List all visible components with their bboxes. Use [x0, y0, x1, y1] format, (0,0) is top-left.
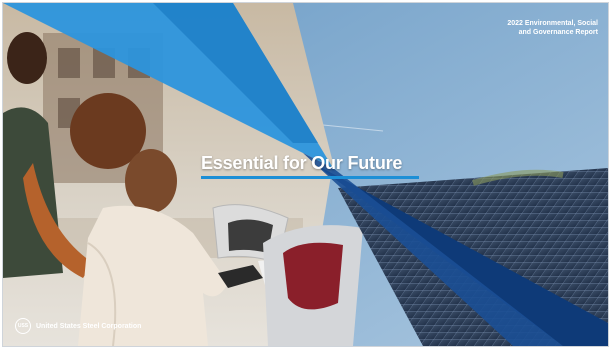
- headline-underline: [201, 176, 419, 179]
- report-title: 2022 Environmental, Social and Governanc…: [438, 19, 598, 37]
- report-cover-slide: 2022 Environmental, Social and Governanc…: [2, 2, 609, 347]
- headline-block: Essential for Our Future: [201, 153, 419, 179]
- company-brand: USS United States Steel Corporation: [15, 318, 141, 334]
- company-logo-icon: USS: [15, 318, 31, 334]
- report-title-line-1: 2022 Environmental, Social: [507, 20, 598, 27]
- company-name: United States Steel Corporation: [36, 322, 142, 330]
- headline: Essential for Our Future: [201, 153, 403, 173]
- report-title-line-2: and Governance Report: [518, 29, 598, 36]
